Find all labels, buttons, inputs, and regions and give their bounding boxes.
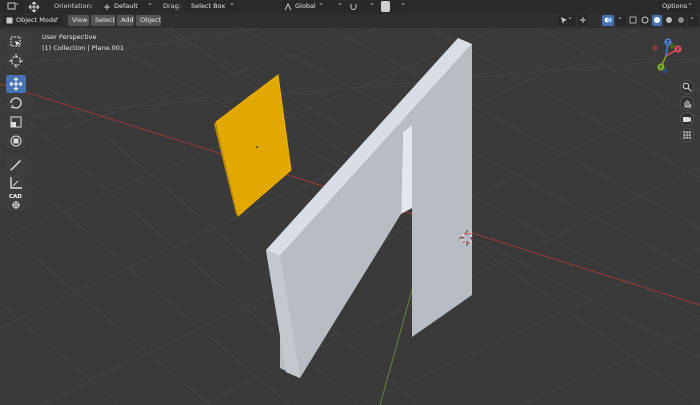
rotate-icon — [10, 97, 22, 109]
cube-icon — [7, 2, 16, 10]
grid-icon — [683, 131, 691, 139]
perspective-label: User Perspective — [42, 33, 97, 41]
selectability-dropdown[interactable] — [558, 15, 576, 26]
viewport-header: Object Mode View Select Add Object — [0, 14, 700, 28]
cursor-icon — [9, 54, 23, 68]
transform-tool[interactable] — [6, 132, 26, 150]
snap-icon — [350, 4, 357, 10]
shading-wireframe[interactable] — [640, 15, 650, 26]
xray-toggle[interactable] — [628, 15, 638, 26]
gizmo-icon — [580, 17, 586, 23]
navigation-gizmo[interactable]: X Y Z — [648, 34, 684, 74]
x-label: X — [676, 47, 680, 53]
overlays-icon — [604, 17, 612, 23]
move-icon — [9, 77, 23, 91]
selected-plane[interactable] — [214, 74, 292, 217]
z-label: Z — [666, 40, 670, 46]
mode-dropdown[interactable]: Object Mode — [3, 15, 63, 26]
zoom-icon — [682, 82, 692, 92]
shading-dropdown[interactable] — [688, 15, 698, 26]
scale-tool[interactable] — [6, 113, 26, 131]
orientation-dropdown[interactable]: Default — [100, 1, 156, 12]
editor-type-button[interactable] — [3, 1, 23, 12]
measure-tool[interactable] — [6, 174, 26, 192]
options-dropdown[interactable]: Options — [658, 1, 696, 12]
collection-label: (1) Collection | Plane.001 — [42, 44, 125, 52]
overlays-dropdown[interactable] — [616, 15, 626, 26]
camera-icon — [683, 117, 691, 122]
camera-button[interactable] — [680, 112, 694, 126]
hand-icon — [684, 100, 692, 108]
scale-icon — [10, 116, 22, 128]
move-icon — [28, 1, 40, 13]
drag-label: Drag: — [163, 2, 181, 10]
xray-icon — [629, 16, 637, 24]
snap-target-dropdown[interactable] — [361, 1, 378, 12]
select-box-tool[interactable] — [6, 33, 26, 51]
annotate-icon — [9, 160, 21, 171]
material-icon — [666, 17, 672, 23]
rotate-tool[interactable] — [6, 94, 26, 112]
annotate-tool[interactable] — [6, 155, 26, 173]
rendered-icon — [678, 17, 684, 23]
zoom-button[interactable] — [680, 80, 694, 94]
cursor-tool[interactable] — [6, 52, 26, 70]
shading-rendered[interactable] — [676, 15, 686, 26]
cad-icon — [12, 201, 20, 209]
wall-object[interactable] — [266, 38, 472, 378]
orientation-label: Orientation: — [54, 2, 93, 10]
cad-tool[interactable]: CAD — [6, 193, 26, 211]
proportional-edit-toggle[interactable] — [381, 1, 390, 12]
origin-point — [256, 146, 258, 148]
cursor-icon — [561, 17, 567, 24]
wireframe-icon — [641, 16, 649, 24]
shading-solid[interactable] — [652, 15, 662, 26]
select-box-icon — [10, 36, 21, 47]
transform-icon — [10, 135, 22, 147]
gizmo-toggle[interactable] — [578, 15, 588, 26]
menu-view[interactable]: View — [68, 15, 89, 26]
shading-material[interactable] — [664, 15, 674, 26]
overlays-toggle[interactable] — [602, 15, 614, 26]
transform-orientation-dropdown[interactable]: Global — [281, 1, 327, 12]
snap-toggle[interactable] — [348, 1, 359, 12]
menu-add[interactable]: Add — [117, 15, 134, 26]
drag-dropdown[interactable]: Select Box — [187, 1, 238, 12]
proportional-falloff-dropdown[interactable] — [392, 1, 409, 12]
solid-icon — [654, 17, 660, 23]
pivot-dropdown[interactable] — [329, 1, 346, 12]
orientation-icon — [104, 4, 110, 10]
menu-select[interactable]: Select — [91, 15, 115, 26]
axis-icon — [284, 3, 292, 11]
object-mode-icon — [6, 17, 13, 24]
tool-settings-bar: Orientation: Default Drag: Select Box Gl… — [0, 0, 700, 15]
3d-viewport[interactable]: User Perspective (1) Collection | Plane.… — [0, 28, 700, 405]
pan-button[interactable] — [680, 96, 694, 110]
measure-icon — [10, 177, 22, 189]
move-tool[interactable] — [6, 75, 26, 93]
perspective-toggle-button[interactable] — [680, 128, 694, 142]
menu-object[interactable]: Object — [136, 15, 161, 26]
viewport-scene — [0, 28, 700, 405]
